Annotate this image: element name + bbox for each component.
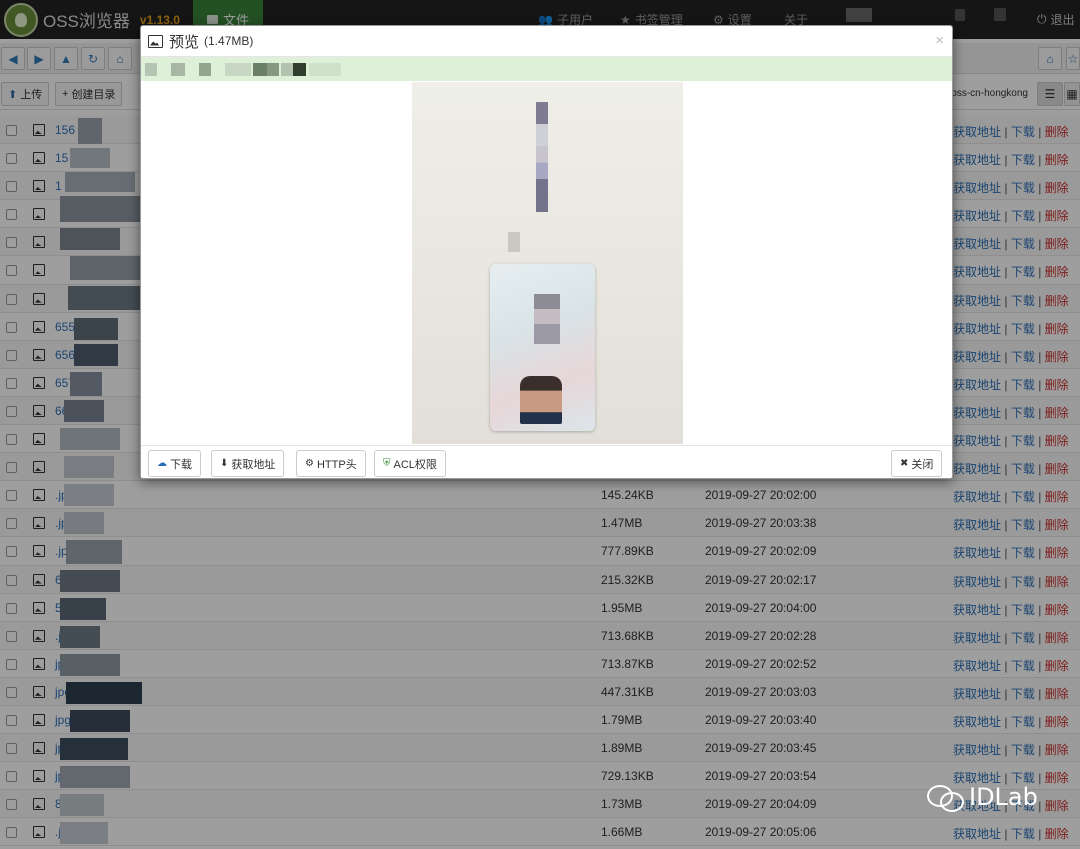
modal-header: 预览 (1.47MB) × xyxy=(141,26,952,57)
gear-icon: ⚙ xyxy=(305,458,314,469)
close-icon[interactable]: × xyxy=(935,32,944,49)
redacted-path xyxy=(225,63,251,76)
redacted-path xyxy=(293,63,306,76)
close-icon: ✖ xyxy=(900,458,909,469)
card-portrait xyxy=(520,376,562,424)
redacted-path xyxy=(281,63,293,76)
redacted-path xyxy=(199,63,211,76)
get-url-button[interactable]: ⬇ 获取地址 xyxy=(211,450,285,477)
shield-icon: ⛨ xyxy=(383,458,391,469)
close-button[interactable]: ✖ 关闭 xyxy=(891,450,943,477)
download-label: 下载 xyxy=(170,458,192,471)
modal-footer: ☁ 下载 ⬇ 获取地址 ⚙ HTTP头 ⛨ ACL权限 ✖ 关闭 xyxy=(141,445,952,478)
redacted-path xyxy=(171,63,185,76)
acl-button[interactable]: ⛨ ACL权限 xyxy=(374,450,446,477)
preview-photo xyxy=(412,82,683,444)
wechat-icon xyxy=(927,783,964,812)
http-header-label: HTTP头 xyxy=(316,458,357,471)
download-icon: ⬇ xyxy=(220,458,229,469)
download-button[interactable]: ☁ 下载 xyxy=(148,450,201,477)
redacted-path xyxy=(253,63,267,76)
image-icon xyxy=(148,34,163,48)
redacted-path xyxy=(309,63,341,76)
modal-file-size: (1.47MB) xyxy=(204,34,254,48)
redacted-path xyxy=(267,63,279,76)
redacted-card-text xyxy=(534,294,560,344)
redacted-path xyxy=(145,63,157,76)
http-header-button[interactable]: ⚙ HTTP头 xyxy=(296,450,366,477)
redacted-text-column xyxy=(536,102,548,212)
cloud-download-icon: ☁ xyxy=(157,458,167,469)
redacted-block xyxy=(508,232,520,252)
id-card-photo xyxy=(490,264,595,431)
watermark: IDLab xyxy=(927,783,1038,812)
get-url-label: 获取地址 xyxy=(231,458,276,471)
watermark-text: IDLab xyxy=(969,783,1038,811)
file-path-bar xyxy=(141,57,952,81)
acl-label: ACL权限 xyxy=(393,458,437,471)
image-preview-area xyxy=(141,81,952,445)
modal-title: 预览 xyxy=(169,33,200,51)
close-label: 关闭 xyxy=(911,458,934,471)
preview-modal: 预览 (1.47MB) × ☁ 下载 ⬇ 获取地址 ⚙ HTTP头 ⛨ ACL权… xyxy=(140,25,953,479)
